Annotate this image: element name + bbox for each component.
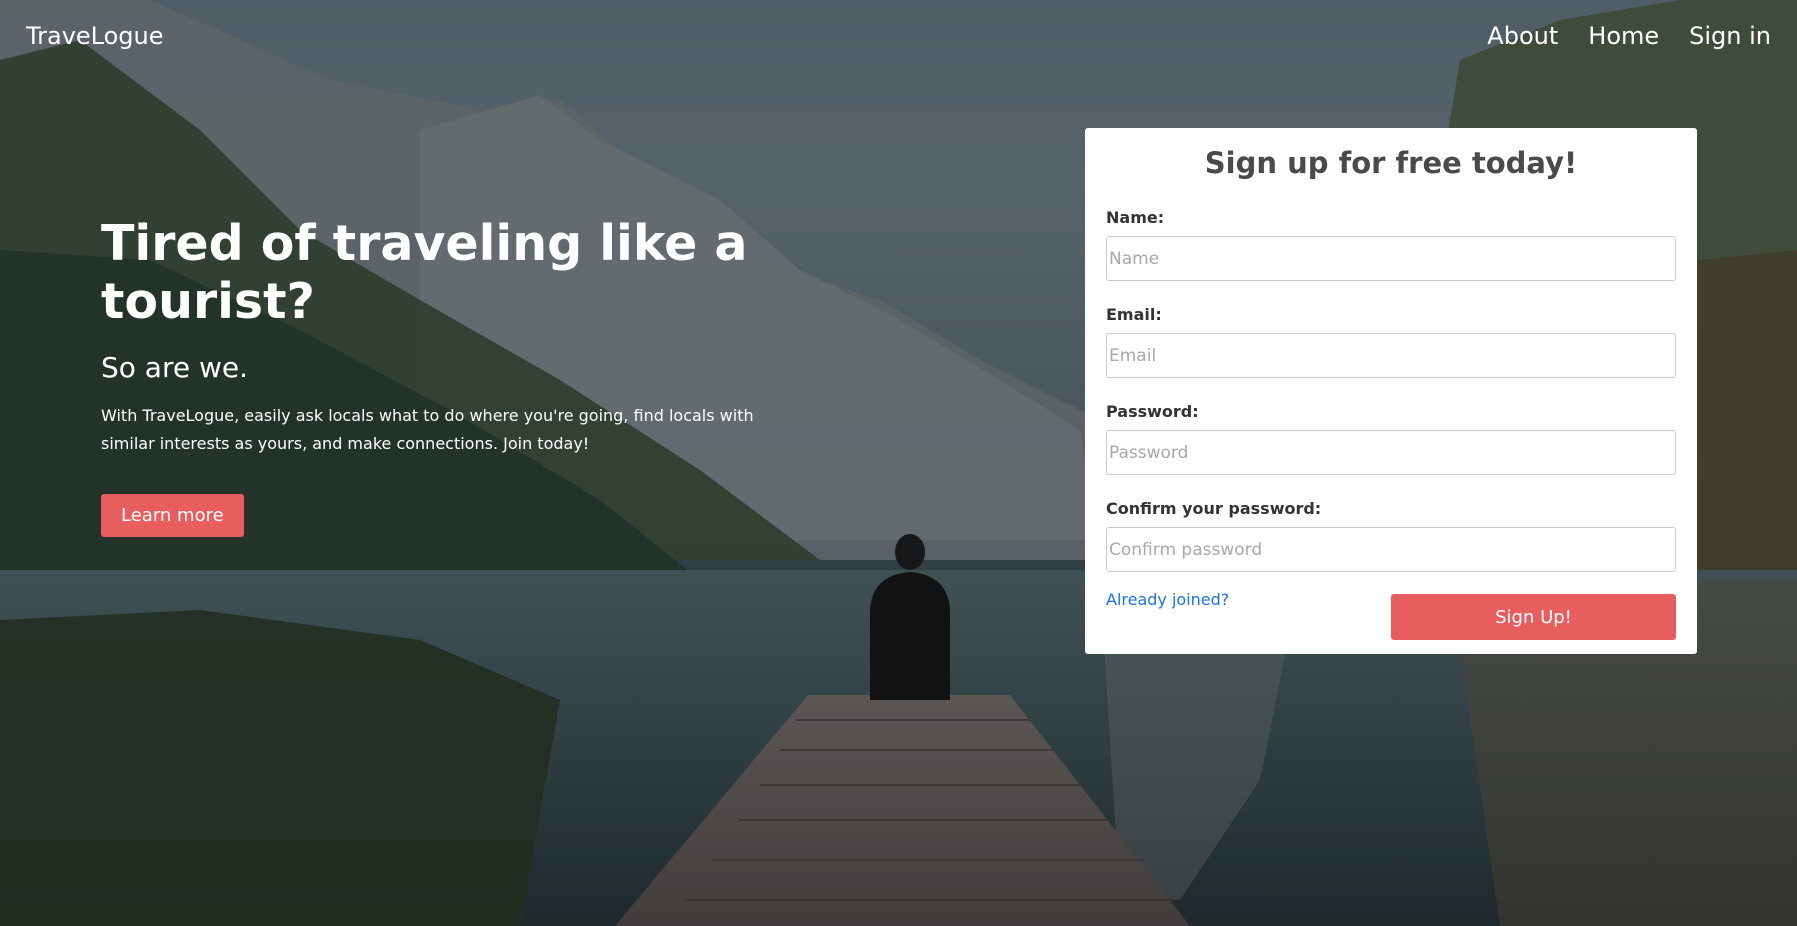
- password-label: Password:: [1106, 402, 1199, 421]
- hero-title: Tired of traveling like a tourist?: [101, 215, 748, 330]
- brand-logo[interactable]: TraveLogue: [26, 22, 164, 50]
- form-title: Sign up for free today!: [1204, 146, 1578, 180]
- name-label: Name:: [1106, 208, 1165, 227]
- hero-description: With TraveLogue, easily ask locals what …: [101, 406, 754, 453]
- hero-section: Tired of traveling like a tourist? So ar…: [101, 215, 801, 537]
- nav-link-about[interactable]: About: [1487, 22, 1558, 50]
- sign-up-button[interactable]: Sign Up!: [1391, 594, 1676, 640]
- learn-more-button[interactable]: Learn more: [101, 494, 244, 537]
- signup-form: Sign up for free today! Name: Email: Pas…: [1085, 128, 1697, 654]
- form-actions: Already joined? Sign Up!: [1106, 590, 1676, 640]
- top-nav: About Home Sign in: [1487, 22, 1771, 50]
- hero-subtitle: So are we.: [101, 351, 249, 384]
- confirm-password-input[interactable]: [1106, 527, 1676, 572]
- nav-link-sign-in[interactable]: Sign in: [1689, 22, 1771, 50]
- password-input[interactable]: [1106, 430, 1676, 475]
- already-joined-link[interactable]: Already joined?: [1106, 590, 1229, 609]
- nav-link-home[interactable]: Home: [1588, 22, 1659, 50]
- email-input[interactable]: [1106, 333, 1676, 378]
- landing-page: TraveLogue About Home Sign in Tired of t…: [0, 0, 1797, 926]
- confirm-password-label: Confirm your password:: [1106, 499, 1322, 518]
- name-input[interactable]: [1106, 236, 1676, 281]
- email-label: Email:: [1106, 305, 1162, 324]
